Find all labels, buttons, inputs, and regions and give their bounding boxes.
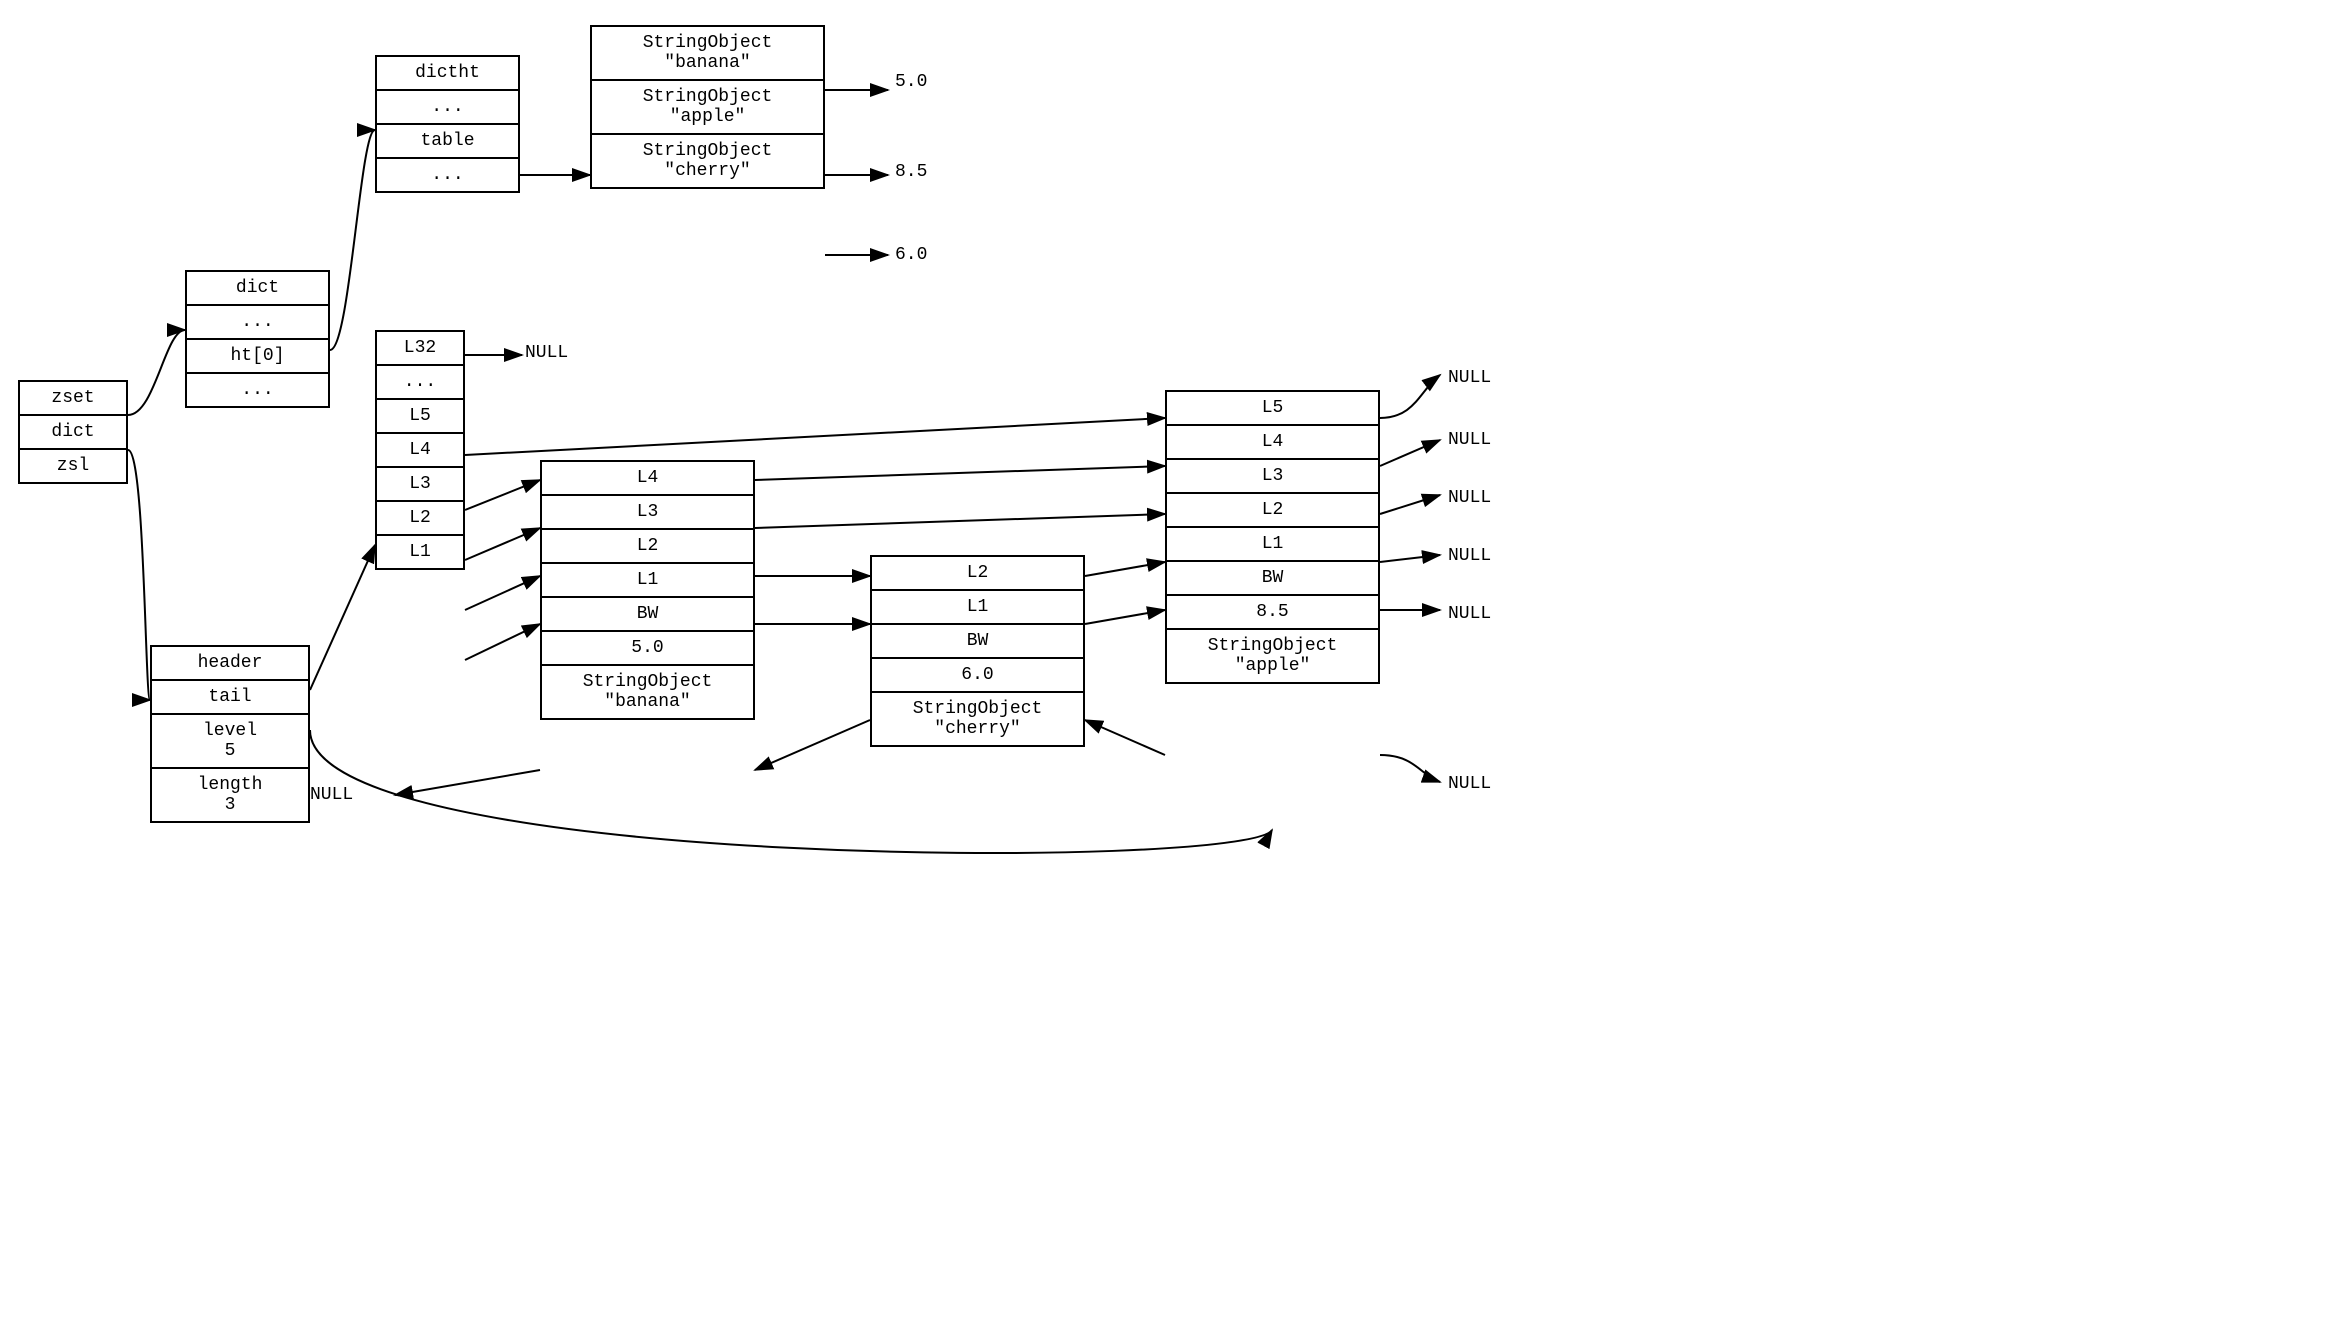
null-l3-right: NULL	[1448, 488, 1491, 508]
skip-l4: L4	[377, 434, 463, 468]
skip-l32: L32	[377, 332, 463, 366]
skip-l1: L1	[377, 536, 463, 568]
skiplist-header-col: L32 ... L5 L4 L3 L2 L1	[375, 330, 465, 570]
zset-cell-zsl: zsl	[20, 450, 126, 482]
dictht-cell-dots: ...	[377, 91, 518, 125]
dict-inner-box: dict ... ht[0] ...	[185, 270, 330, 408]
apple-l1: L1	[1167, 528, 1378, 562]
cherry-string-obj: StringObject"cherry"	[872, 693, 1083, 745]
null-l32-label: NULL	[525, 343, 568, 363]
dictht-cell-dictht: dictht	[377, 57, 518, 91]
null-l1-right: NULL	[1448, 604, 1491, 624]
null-bw-banana-label: NULL	[310, 785, 353, 805]
banana-string-obj: StringObject"banana"	[542, 666, 753, 718]
dict-inner-cell-ht0: ht[0]	[187, 340, 328, 374]
diagram-canvas: zset dict zsl dict ... ht[0] ... dictht …	[0, 0, 2327, 1326]
banana-score: 5.0	[542, 632, 753, 666]
cherry-l2: L2	[872, 557, 1083, 591]
string-obj-banana: StringObject"banana"	[592, 27, 823, 81]
string-objects-top-box: StringObject"banana" StringObject"apple"…	[590, 25, 825, 189]
dictht-cell-dots2: ...	[377, 159, 518, 191]
zset-cell-zset: zset	[20, 382, 126, 416]
node-cherry-box: L2 L1 BW 6.0 StringObject"cherry"	[870, 555, 1085, 747]
apple-l3: L3	[1167, 460, 1378, 494]
apple-string-obj: StringObject"apple"	[1167, 630, 1378, 682]
string-obj-apple: StringObject"apple"	[592, 81, 823, 135]
arrows-svg	[0, 0, 2327, 1326]
header-box: header tail level5 length3	[150, 645, 310, 823]
score-banana-label: 5.0	[895, 72, 927, 92]
node-banana-box: L4 L3 L2 L1 BW 5.0 StringObject"banana"	[540, 460, 755, 720]
header-cell-header: header	[152, 647, 308, 681]
apple-score: 8.5	[1167, 596, 1378, 630]
skip-l5: L5	[377, 400, 463, 434]
apple-l4: L4	[1167, 426, 1378, 460]
header-cell-length: length3	[152, 769, 308, 821]
skip-l3: L3	[377, 468, 463, 502]
apple-l5: L5	[1167, 392, 1378, 426]
dict-inner-cell-dots2: ...	[187, 374, 328, 406]
header-cell-tail: tail	[152, 681, 308, 715]
string-obj-cherry: StringObject"cherry"	[592, 135, 823, 187]
banana-l1: L1	[542, 564, 753, 598]
cherry-l1: L1	[872, 591, 1083, 625]
banana-l2: L2	[542, 530, 753, 564]
banana-bw: BW	[542, 598, 753, 632]
null-l2-right: NULL	[1448, 546, 1491, 566]
apple-bw: BW	[1167, 562, 1378, 596]
null-bw-right: NULL	[1448, 774, 1491, 794]
node-apple-box: L5 L4 L3 L2 L1 BW 8.5 StringObject"apple…	[1165, 390, 1380, 684]
banana-l3: L3	[542, 496, 753, 530]
score-cherry-label: 6.0	[895, 245, 927, 265]
dictht-box: dictht ... table ...	[375, 55, 520, 193]
cherry-bw: BW	[872, 625, 1083, 659]
dict-inner-cell-dict: dict	[187, 272, 328, 306]
score-apple-label: 8.5	[895, 162, 927, 182]
null-top-right: NULL	[1448, 368, 1491, 388]
banana-l4: L4	[542, 462, 753, 496]
skip-l2: L2	[377, 502, 463, 536]
zset-cell-dict: dict	[20, 416, 126, 450]
header-cell-level: level5	[152, 715, 308, 769]
apple-l2: L2	[1167, 494, 1378, 528]
dict-inner-cell-dots: ...	[187, 306, 328, 340]
zset-box: zset dict zsl	[18, 380, 128, 484]
skip-dots: ...	[377, 366, 463, 400]
null-l4-right: NULL	[1448, 430, 1491, 450]
dictht-cell-table: table	[377, 125, 518, 159]
cherry-score: 6.0	[872, 659, 1083, 693]
